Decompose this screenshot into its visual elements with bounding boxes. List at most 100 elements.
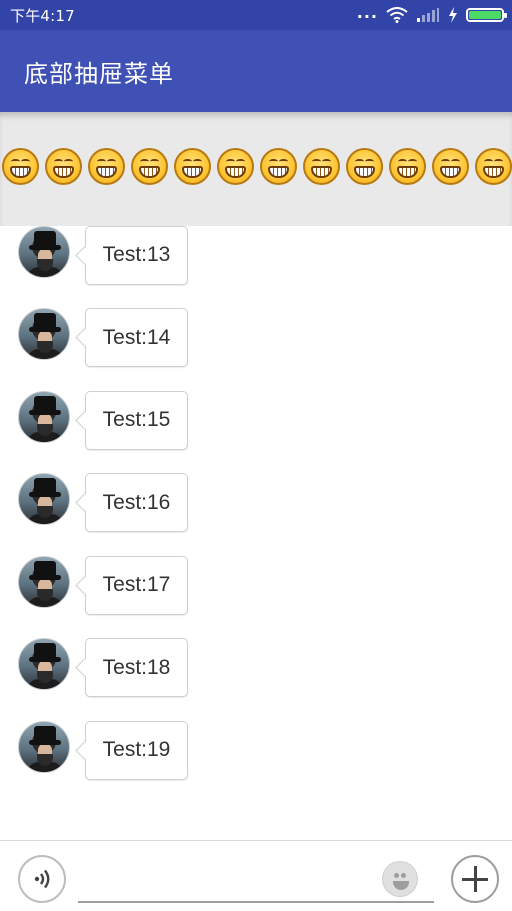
emoji-row	[2, 148, 512, 185]
wifi-icon	[386, 7, 408, 23]
avatar-beard	[37, 753, 53, 766]
status-icons: ...	[357, 3, 507, 23]
grin-emoji-icon[interactable]	[174, 148, 211, 185]
emoji-eye	[150, 159, 159, 164]
grin-emoji-icon[interactable]	[2, 148, 39, 185]
emoji-icon-mouth	[393, 881, 409, 890]
avatar[interactable]	[18, 225, 70, 278]
avatar-beard	[37, 423, 53, 436]
avatar[interactable]	[18, 473, 70, 525]
emoji-icon-eye	[394, 873, 399, 878]
grin-emoji-icon[interactable]	[475, 148, 512, 185]
emoji-mouth	[397, 166, 418, 178]
emoji-mouth	[96, 166, 117, 178]
emoji-button[interactable]	[382, 861, 418, 897]
emoji-eye	[11, 159, 20, 164]
page-title: 底部抽屉菜单	[24, 59, 174, 88]
grin-emoji-icon[interactable]	[389, 148, 426, 185]
avatar-brim	[29, 409, 61, 415]
message-input[interactable]	[78, 863, 434, 903]
emoji-eye	[140, 159, 149, 164]
emoji-eye	[408, 159, 417, 164]
emoji-mouth	[483, 166, 504, 178]
emoji-mouth	[139, 166, 160, 178]
charging-icon	[449, 7, 457, 23]
emoji-eye	[97, 159, 106, 164]
grin-emoji-icon[interactable]	[217, 148, 254, 185]
status-bar: 下午4:17 ...	[0, 0, 512, 30]
avatar-brim	[29, 244, 61, 250]
battery-level	[469, 11, 501, 19]
avatar-brim	[29, 574, 61, 580]
emoji-mouth	[10, 166, 31, 178]
grin-emoji-icon[interactable]	[131, 148, 168, 185]
emoji-eye	[279, 159, 288, 164]
emoji-eye	[193, 159, 202, 164]
message-bubble[interactable]: Test:14	[85, 308, 188, 367]
message-bubble[interactable]: Test:17	[85, 555, 188, 615]
avatar[interactable]	[18, 720, 70, 773]
avatar[interactable]	[18, 638, 70, 690]
message-row: Test:14	[0, 308, 512, 391]
avatar-beard	[37, 588, 53, 601]
message-bubble[interactable]: Test:16	[85, 473, 188, 532]
message-row: Test:13	[0, 225, 512, 309]
emoji-eye	[21, 159, 30, 164]
emoji-mouth	[53, 166, 74, 178]
grin-emoji-icon[interactable]	[260, 148, 297, 185]
emoji-icon-eye	[401, 873, 406, 878]
emoji-mouth	[440, 166, 461, 178]
grin-emoji-icon[interactable]	[303, 148, 340, 185]
emoji-eye	[322, 159, 331, 164]
emoji-mouth	[182, 166, 203, 178]
message-row: Test:15	[0, 390, 512, 474]
message-row: Test:16	[0, 473, 512, 556]
grin-emoji-icon[interactable]	[45, 148, 82, 185]
emoji-eye	[183, 159, 192, 164]
emoji-eye	[269, 159, 278, 164]
avatar-brim	[29, 327, 61, 332]
message-bubble[interactable]: Test:15	[85, 390, 188, 450]
chat-messages: Test:12Test:13Test:14Test:15Test:16Test:…	[0, 143, 512, 803]
emoji-mouth	[311, 166, 332, 178]
more-dots-icon: ...	[356, 2, 378, 22]
emoji-mouth	[354, 166, 375, 178]
avatar[interactable]	[18, 390, 70, 443]
emoji-eye	[107, 159, 116, 164]
app-bar: 底部抽屉菜单	[0, 30, 512, 112]
plus-button[interactable]	[451, 855, 499, 903]
emoji-eye	[451, 159, 460, 164]
bottom-drawer-emoji-panel[interactable]	[0, 112, 512, 226]
emoji-eye	[398, 159, 407, 164]
message-row: Test:17	[0, 555, 512, 639]
emoji-eye	[441, 159, 450, 164]
emoji-eye	[365, 159, 374, 164]
battery-icon	[466, 8, 507, 22]
signal-icon	[417, 8, 439, 22]
grin-emoji-icon[interactable]	[432, 148, 469, 185]
emoji-eye	[355, 159, 364, 164]
emoji-mouth	[268, 166, 289, 178]
message-bubble[interactable]: Test:19	[85, 720, 188, 780]
avatar[interactable]	[18, 308, 70, 360]
voice-icon	[34, 869, 50, 889]
emoji-eye	[64, 159, 73, 164]
avatar[interactable]	[18, 555, 70, 608]
emoji-eye	[494, 159, 503, 164]
grin-emoji-icon[interactable]	[88, 148, 125, 185]
avatar-brim	[29, 657, 61, 662]
message-bubble[interactable]: Test:18	[85, 638, 188, 697]
status-time: 下午4:17	[10, 6, 75, 25]
avatar-brim	[29, 739, 61, 745]
voice-button[interactable]	[18, 855, 66, 903]
grin-emoji-icon[interactable]	[346, 148, 383, 185]
plus-icon	[473, 866, 477, 892]
emoji-mouth	[225, 166, 246, 178]
input-bar	[0, 840, 512, 911]
message-row: Test:19	[0, 720, 512, 804]
emoji-eye	[312, 159, 321, 164]
emoji-eye	[226, 159, 235, 164]
message-row: Test:18	[0, 638, 512, 721]
message-bubble[interactable]: Test:13	[85, 225, 188, 285]
emoji-eye	[54, 159, 63, 164]
